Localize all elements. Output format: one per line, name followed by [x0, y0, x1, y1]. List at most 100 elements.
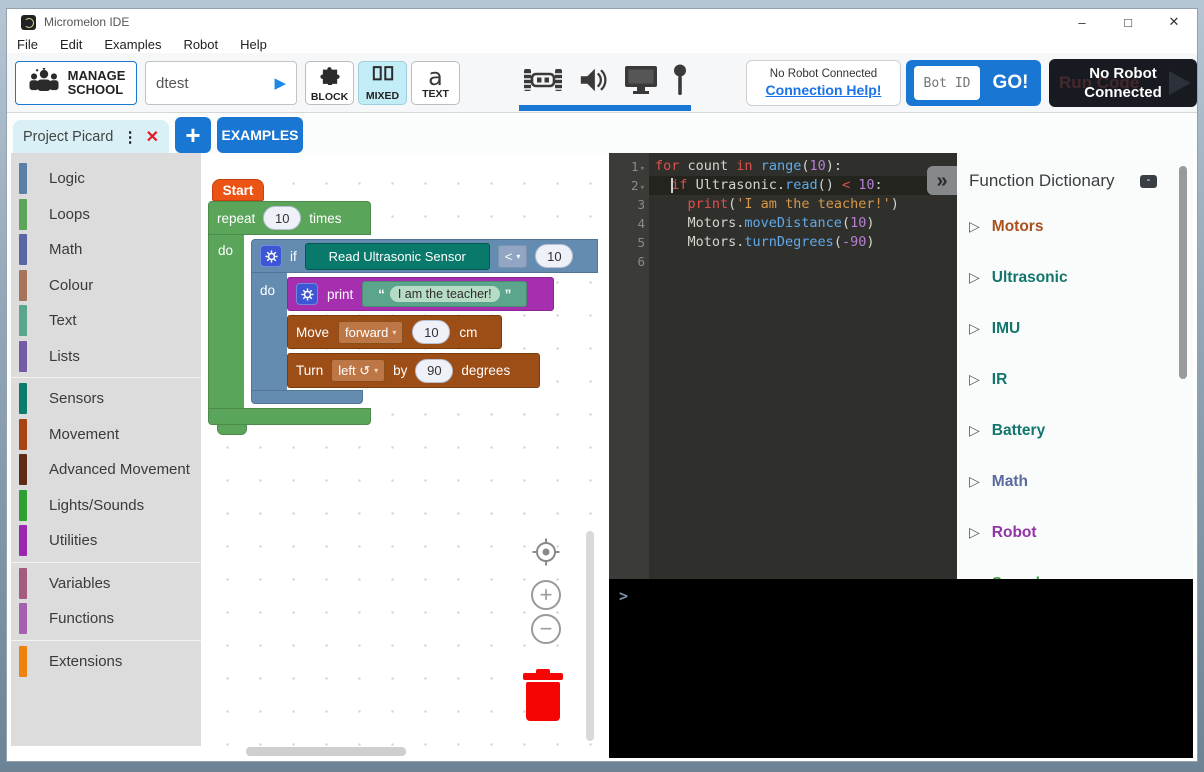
palette-category-functions[interactable]: Functions	[11, 601, 201, 637]
turn-degrees-field[interactable]: 90	[415, 359, 453, 383]
move-distance-field[interactable]: 10	[412, 320, 450, 344]
palette-category-extensions[interactable]: Extensions	[11, 644, 201, 680]
dictionary-minimize-button[interactable]: -	[1140, 175, 1157, 188]
workspace-horizontal-scrollbar[interactable]	[246, 747, 406, 756]
connect-go-group: GO!	[906, 60, 1041, 106]
if-block-bottom[interactable]	[251, 390, 363, 404]
panel-expand-button[interactable]: »	[927, 166, 957, 195]
dictionary-scrollbar[interactable]	[1179, 166, 1187, 379]
tab-menu-icon[interactable]: ⋮	[123, 128, 138, 146]
palette-category-lists[interactable]: Lists	[11, 339, 201, 375]
palette-category-advanced-movement[interactable]: Advanced Movement	[11, 452, 201, 488]
dictionary-item-battery[interactable]: ▷Battery	[957, 405, 1193, 456]
repeat-block-bottom[interactable]	[208, 408, 371, 425]
speaker-icon[interactable]	[578, 65, 608, 100]
palette-category-text[interactable]: Text	[11, 303, 201, 339]
text-mode-button[interactable]: a TEXT	[411, 61, 460, 105]
trash-icon[interactable]	[523, 669, 563, 721]
menu-file[interactable]: File	[17, 37, 38, 52]
expand-triangle-icon[interactable]: ▷	[969, 422, 980, 439]
expand-triangle-icon[interactable]: ▷	[969, 473, 980, 490]
move-direction-dropdown[interactable]: forward▾	[338, 321, 403, 344]
menu-edit[interactable]: Edit	[60, 37, 82, 52]
robot-rover-icon[interactable]	[523, 66, 563, 99]
text-string-block[interactable]: “ I am the teacher! ”	[362, 281, 527, 307]
bot-id-input[interactable]	[914, 66, 980, 100]
close-button[interactable]: ✕	[1151, 14, 1197, 30]
console-panel[interactable]: >	[609, 579, 1193, 758]
expand-triangle-icon[interactable]: ▷	[969, 320, 980, 337]
repeat-block-arm[interactable]: do	[208, 235, 244, 408]
manage-school-button[interactable]: MANAGE SCHOOL	[15, 61, 137, 105]
palette-category-variables[interactable]: Variables	[11, 566, 201, 602]
editor-line-6[interactable]: 6	[609, 252, 957, 271]
dictionary-item-math[interactable]: ▷Math	[957, 456, 1193, 507]
expand-triangle-icon[interactable]: ▷	[969, 524, 980, 541]
palette-category-loops[interactable]: Loops	[11, 197, 201, 233]
repeat-block[interactable]: repeat 10 times	[208, 201, 371, 235]
connection-help-link[interactable]: Connection Help!	[766, 82, 882, 98]
compare-value-field[interactable]: 10	[535, 244, 573, 268]
move-block[interactable]: Move forward▾ 10 cm	[287, 315, 502, 349]
mixed-mode-button[interactable]: MIXED	[358, 61, 407, 105]
palette-category-lights-sounds[interactable]: Lights/Sounds	[11, 488, 201, 524]
add-tab-button[interactable]: +	[175, 117, 211, 153]
palette-category-math[interactable]: Math	[11, 232, 201, 268]
palette-category-movement[interactable]: Movement	[11, 417, 201, 453]
palette-category-sensors[interactable]: Sensors	[11, 381, 201, 417]
repeat-block-next-notch[interactable]	[217, 425, 247, 435]
dictionary-item-ir[interactable]: ▷IR	[957, 354, 1193, 405]
expand-triangle-icon[interactable]: ▷	[969, 269, 980, 286]
monitor-icon[interactable]	[624, 65, 658, 100]
maximize-button[interactable]: □	[1105, 15, 1151, 30]
workspace-vertical-scrollbar[interactable]	[586, 531, 594, 741]
turn-block[interactable]: Turn left ↺▾ by 90 degrees	[287, 353, 540, 388]
menu-examples[interactable]: Examples	[104, 37, 161, 52]
blockly-workspace[interactable]: Start repeat 10 times do if Read Ultra	[201, 153, 598, 758]
project-select[interactable]: dtest ▶	[145, 61, 297, 105]
editor-line-1[interactable]: 1▾for count in range(10):	[609, 157, 957, 176]
play-icon[interactable]: ▶	[274, 74, 286, 92]
turn-direction-dropdown[interactable]: left ↺▾	[331, 359, 385, 382]
editor-line-5[interactable]: 5 Motors.turnDegrees(-90)	[609, 233, 957, 252]
editor-line-4[interactable]: 4 Motors.moveDistance(10)	[609, 214, 957, 233]
compare-op-dropdown[interactable]: <▾	[498, 245, 528, 268]
palette-category-colour[interactable]: Colour	[11, 268, 201, 304]
menu-robot[interactable]: Robot	[183, 37, 218, 52]
menu-help[interactable]: Help	[240, 37, 267, 52]
examples-button[interactable]: EXAMPLES	[217, 117, 303, 153]
if-block[interactable]: if Read Ultrasonic Sensor <▾ 10	[251, 239, 598, 273]
zoom-out-button[interactable]: −	[531, 614, 561, 644]
read-ultrasonic-block[interactable]: Read Ultrasonic Sensor	[305, 243, 490, 270]
palette-category-utilities[interactable]: Utilities	[11, 523, 201, 559]
mutator-gear-icon[interactable]	[260, 245, 282, 267]
start-block[interactable]: Start	[212, 179, 264, 201]
code-editor[interactable]: 1▾for count in range(10):2▾ if Ultrasoni…	[609, 153, 957, 579]
category-label: Functions	[49, 610, 114, 627]
if-block-arm[interactable]: do	[251, 273, 287, 390]
run-code-button[interactable]: Run Code No Robot Connected	[1049, 59, 1197, 107]
expand-triangle-icon[interactable]: ▷	[969, 371, 980, 388]
dictionary-item-ultrasonic[interactable]: ▷Ultrasonic	[957, 252, 1193, 303]
dictionary-item-motors[interactable]: ▷Motors	[957, 201, 1193, 252]
editor-line-3[interactable]: 3 print('I am the teacher!')	[609, 195, 957, 214]
light-pin-icon[interactable]	[673, 64, 687, 101]
palette-category-logic[interactable]: Logic	[11, 161, 201, 197]
zoom-in-button[interactable]: +	[531, 580, 561, 610]
fold-caret-icon[interactable]: ▾	[640, 183, 645, 193]
repeat-count-field[interactable]: 10	[263, 206, 301, 230]
block-mode-button[interactable]: BLOCK	[305, 61, 354, 105]
dictionary-item-robot[interactable]: ▷Robot	[957, 507, 1193, 558]
dictionary-item-imu[interactable]: ▷IMU	[957, 303, 1193, 354]
mutator-gear-icon[interactable]	[296, 283, 318, 305]
fold-caret-icon[interactable]: ▾	[640, 164, 645, 174]
editor-line-2[interactable]: 2▾ if Ultrasonic.read() < 10:	[609, 176, 957, 195]
print-block[interactable]: print “ I am the teacher! ”	[287, 277, 554, 311]
tab-close-icon[interactable]: ✕	[146, 127, 159, 147]
zoom-reset-button[interactable]	[531, 537, 561, 567]
string-field[interactable]: I am the teacher!	[390, 286, 500, 302]
minimize-button[interactable]: –	[1059, 15, 1105, 30]
go-button[interactable]: GO!	[988, 72, 1033, 94]
expand-triangle-icon[interactable]: ▷	[969, 218, 980, 235]
tab-project-picard[interactable]: Project Picard ⋮ ✕	[13, 120, 169, 153]
